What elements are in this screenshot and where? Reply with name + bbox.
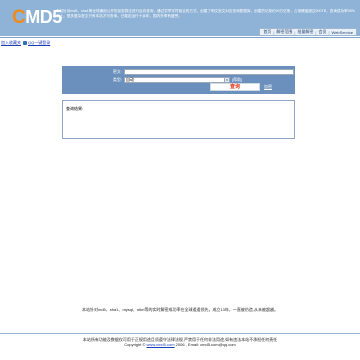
qq-icon	[23, 41, 27, 45]
site-link[interactable]: www.cmd5.com	[147, 342, 175, 347]
result-box: 查询结果:	[62, 100, 295, 139]
copyright-suffix: 2006 , Email: cmd5.com@qq.com	[174, 342, 236, 347]
ciphertext-input[interactable]	[124, 69, 294, 75]
ciphertext-label: 密文:	[112, 69, 122, 74]
copyright-prefix: Copyright ©	[124, 342, 146, 347]
site-notice: 本站针对md5、sha1、mysql、ntlm等的实时解密成功率在全球遥遥领先，…	[81, 307, 279, 312]
footer-divider	[0, 333, 360, 334]
qq-login-link[interactable]: QQ一键登录	[28, 40, 50, 45]
search-panel: 密文: 类型: 自动 ▾ [帮助] 查询 加密	[62, 66, 295, 94]
nav-separator: |	[273, 29, 275, 35]
ciphertext-row: 密文:	[62, 69, 295, 75]
chevron-down-icon[interactable]: ▾	[224, 78, 229, 82]
nav-batch-decrypt[interactable]: 批量解密	[297, 29, 313, 35]
footer: 本站所有功能及数据仅可用于正规用途且须遵守法律法规,严禁用于任何非法用途,如有违…	[0, 337, 360, 347]
result-label: 查询结果:	[66, 106, 84, 111]
header-divider	[0, 37, 360, 38]
nav-member[interactable]: 会员	[318, 29, 326, 35]
nav-decrypt-scope[interactable]: 解密范围	[276, 29, 292, 35]
nav-separator: |	[294, 29, 296, 35]
top-navigation: 首页 | 解密范围 | 批量解密 | 会员 | WebService	[0, 28, 360, 37]
nav-home[interactable]: 首页	[263, 29, 271, 35]
logo-c: C	[12, 7, 26, 28]
type-label: 类型:	[112, 77, 122, 82]
nav-webservice[interactable]: WebService	[332, 30, 354, 35]
add-favorite-link[interactable]: 加入收藏夹	[1, 40, 21, 45]
top-nav-box: 首页 | 解密范围 | 批量解密 | 会员 | WebService	[259, 28, 357, 36]
quick-links: 加入收藏夹 QQ一键登录	[1, 40, 50, 45]
site-intro-text: 本站针对md5、sha1等全球通用公开的加密算法进行反向查询，通过穷举字符组合的…	[56, 9, 355, 18]
type-row: 类型: 自动 ▾ [帮助]	[62, 77, 295, 83]
query-button[interactable]: 查询	[210, 83, 260, 91]
encrypt-link[interactable]: 加密	[264, 84, 272, 90]
type-selected-value: 自动	[126, 77, 134, 82]
site-logo[interactable]: CMD5	[12, 8, 62, 27]
nav-separator: |	[315, 29, 317, 35]
footer-copyright: Copyright © www.cmd5.com 2006 , Email: c…	[0, 342, 360, 347]
nav-separator: |	[328, 29, 330, 35]
